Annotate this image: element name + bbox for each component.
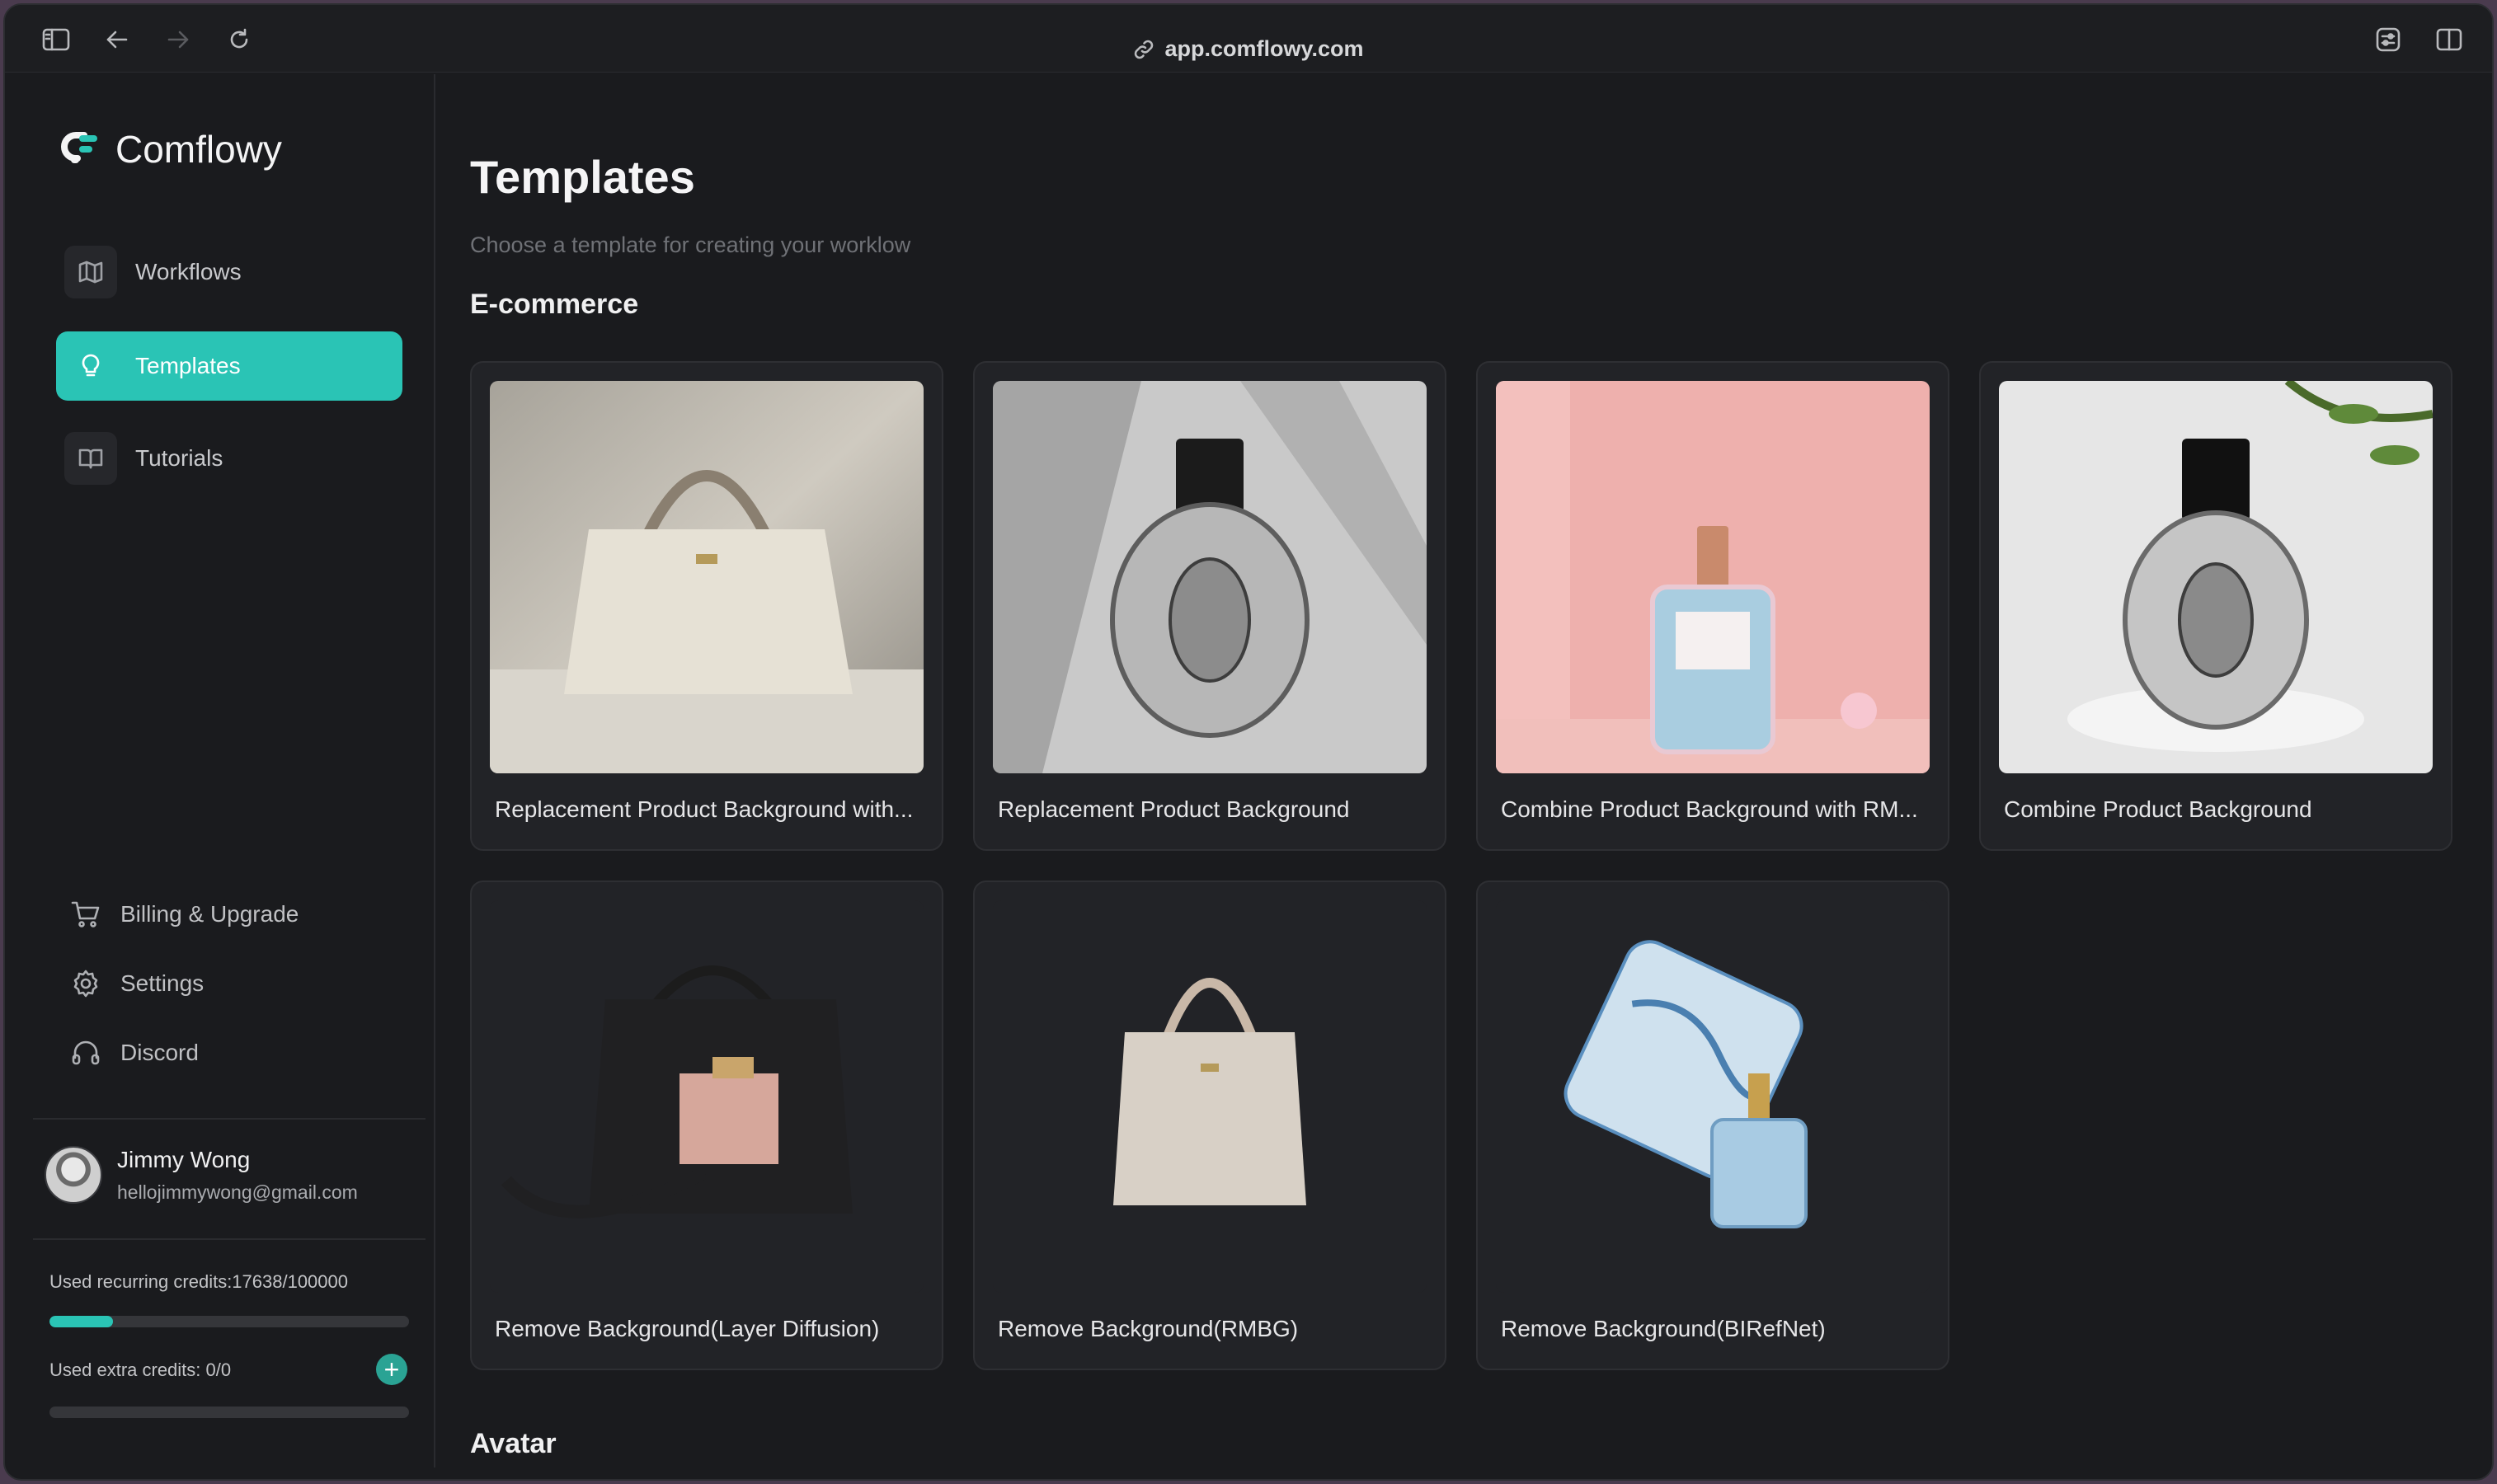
template-title: Remove Background(BIRefNet) [1501,1316,1826,1341]
template-thumbnail [993,900,1427,1293]
add-credits-button[interactable]: + [376,1354,407,1385]
extra-credits-label: Used extra credits: 0/0 [49,1360,232,1380]
template-title: Remove Background(RMBG) [998,1316,1299,1341]
split-view-icon[interactable] [2433,23,2466,56]
template-title: Combine Product Background [2004,796,2312,822]
sidebar-item-label: Tutorials [135,445,223,471]
page-title: Templates [470,151,695,203]
template-thumbnail [1496,900,1930,1293]
sidebar-item-label: Settings [120,970,205,996]
template-card[interactable]: Combine Product Background with RM... [1476,361,1949,851]
link-icon [1133,39,1154,66]
sidebar-item-templates[interactable]: Templates [56,331,402,401]
brand-logo[interactable]: Comflowy [59,127,282,171]
section-title-ecommerce: E-commerce [470,289,639,320]
headphones-icon [72,1040,100,1065]
section-title-avatar: Avatar [470,1428,557,1459]
template-card[interactable]: Replacement Product Background [973,361,1446,851]
template-card[interactable]: Remove Background(Layer Diffusion) [470,881,943,1370]
plus-icon: + [383,1355,400,1384]
sidebar-item-label: Workflows [135,259,242,284]
sidebar: Comflowy Workflows Templates Tutorials B… [23,74,435,1468]
template-card[interactable]: Remove Background(BIRefNet) [1476,881,1949,1370]
template-thumbnail [1999,381,2433,773]
map-icon [64,246,117,298]
sidebar-item-discord[interactable]: Discord [71,1032,199,1073]
book-icon [64,432,117,485]
cart-icon [71,901,100,928]
template-title: Replacement Product Background [998,796,1350,822]
template-title: Combine Product Background with RM... [1501,796,1918,822]
browser-toolbar: app.comflowy.com [5,5,2492,73]
extra-credits-bar [49,1407,409,1418]
template-title: Replacement Product Background with... [495,796,914,822]
sidebar-divider [33,1238,426,1240]
sidebar-item-tutorials[interactable]: Tutorials [56,424,402,493]
address-bar[interactable]: app.comflowy.com [5,36,2492,66]
template-card[interactable]: Replacement Product Background with... [470,361,943,851]
lightbulb-icon [64,340,117,392]
recurring-credits-fill [49,1316,113,1327]
template-title: Remove Background(Layer Diffusion) [495,1316,880,1341]
user-profile[interactable]: Jimmy Wong hellojimmywong@gmail.com [45,1146,358,1204]
browser-window: app.comflowy.com Comflowy Workflows Temp… [3,3,2494,1481]
sidebar-item-settings[interactable]: Settings [71,963,204,1004]
template-thumbnail [993,381,1427,773]
sidebar-item-label: Templates [135,353,241,378]
main-content: Templates Choose a template for creating… [437,74,2492,1479]
url-text: app.comflowy.com [1164,36,1364,61]
brand-name: Comflowy [115,128,282,171]
sidebar-item-label: Billing & Upgrade [120,901,299,927]
sidebar-item-label: Discord [120,1040,199,1065]
recurring-credits-label: Used recurring credits:17638/100000 [49,1271,349,1292]
sidebar-divider [33,1118,426,1120]
template-card[interactable]: Remove Background(RMBG) [973,881,1446,1370]
user-name: Jimmy Wong [117,1146,251,1172]
avatar [45,1146,102,1204]
sidebar-item-workflows[interactable]: Workflows [56,237,402,307]
user-email: hellojimmywong@gmail.com [117,1181,358,1203]
page-subtitle: Choose a template for creating your work… [470,232,911,257]
extension-icon[interactable] [2372,23,2405,56]
recurring-credits-bar [49,1316,409,1327]
template-card[interactable]: Combine Product Background [1979,361,2452,851]
gear-icon [73,970,98,998]
comflowy-logo-icon [61,132,97,163]
template-thumbnail [490,381,924,773]
sidebar-item-billing[interactable]: Billing & Upgrade [71,894,299,935]
template-thumbnail [490,900,924,1293]
template-thumbnail [1496,381,1930,773]
